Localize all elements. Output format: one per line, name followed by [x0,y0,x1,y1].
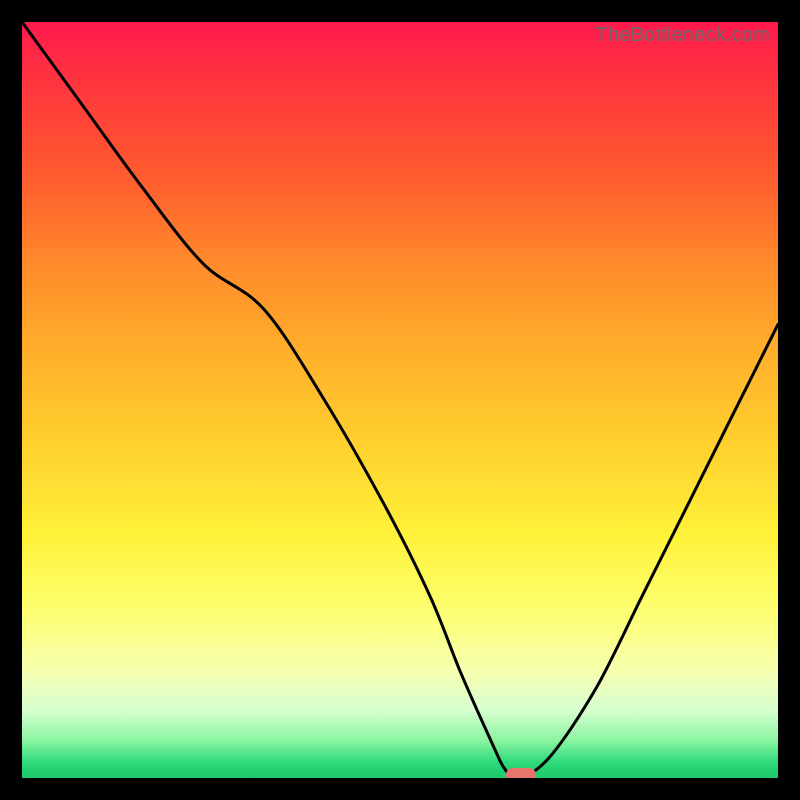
bottleneck-curve [22,22,778,778]
optimal-marker [506,768,536,778]
chart-frame: TheBottleneck.com [0,0,800,800]
watermark-text: TheBottleneck.com [595,24,770,47]
plot-area: TheBottleneck.com [22,22,778,778]
